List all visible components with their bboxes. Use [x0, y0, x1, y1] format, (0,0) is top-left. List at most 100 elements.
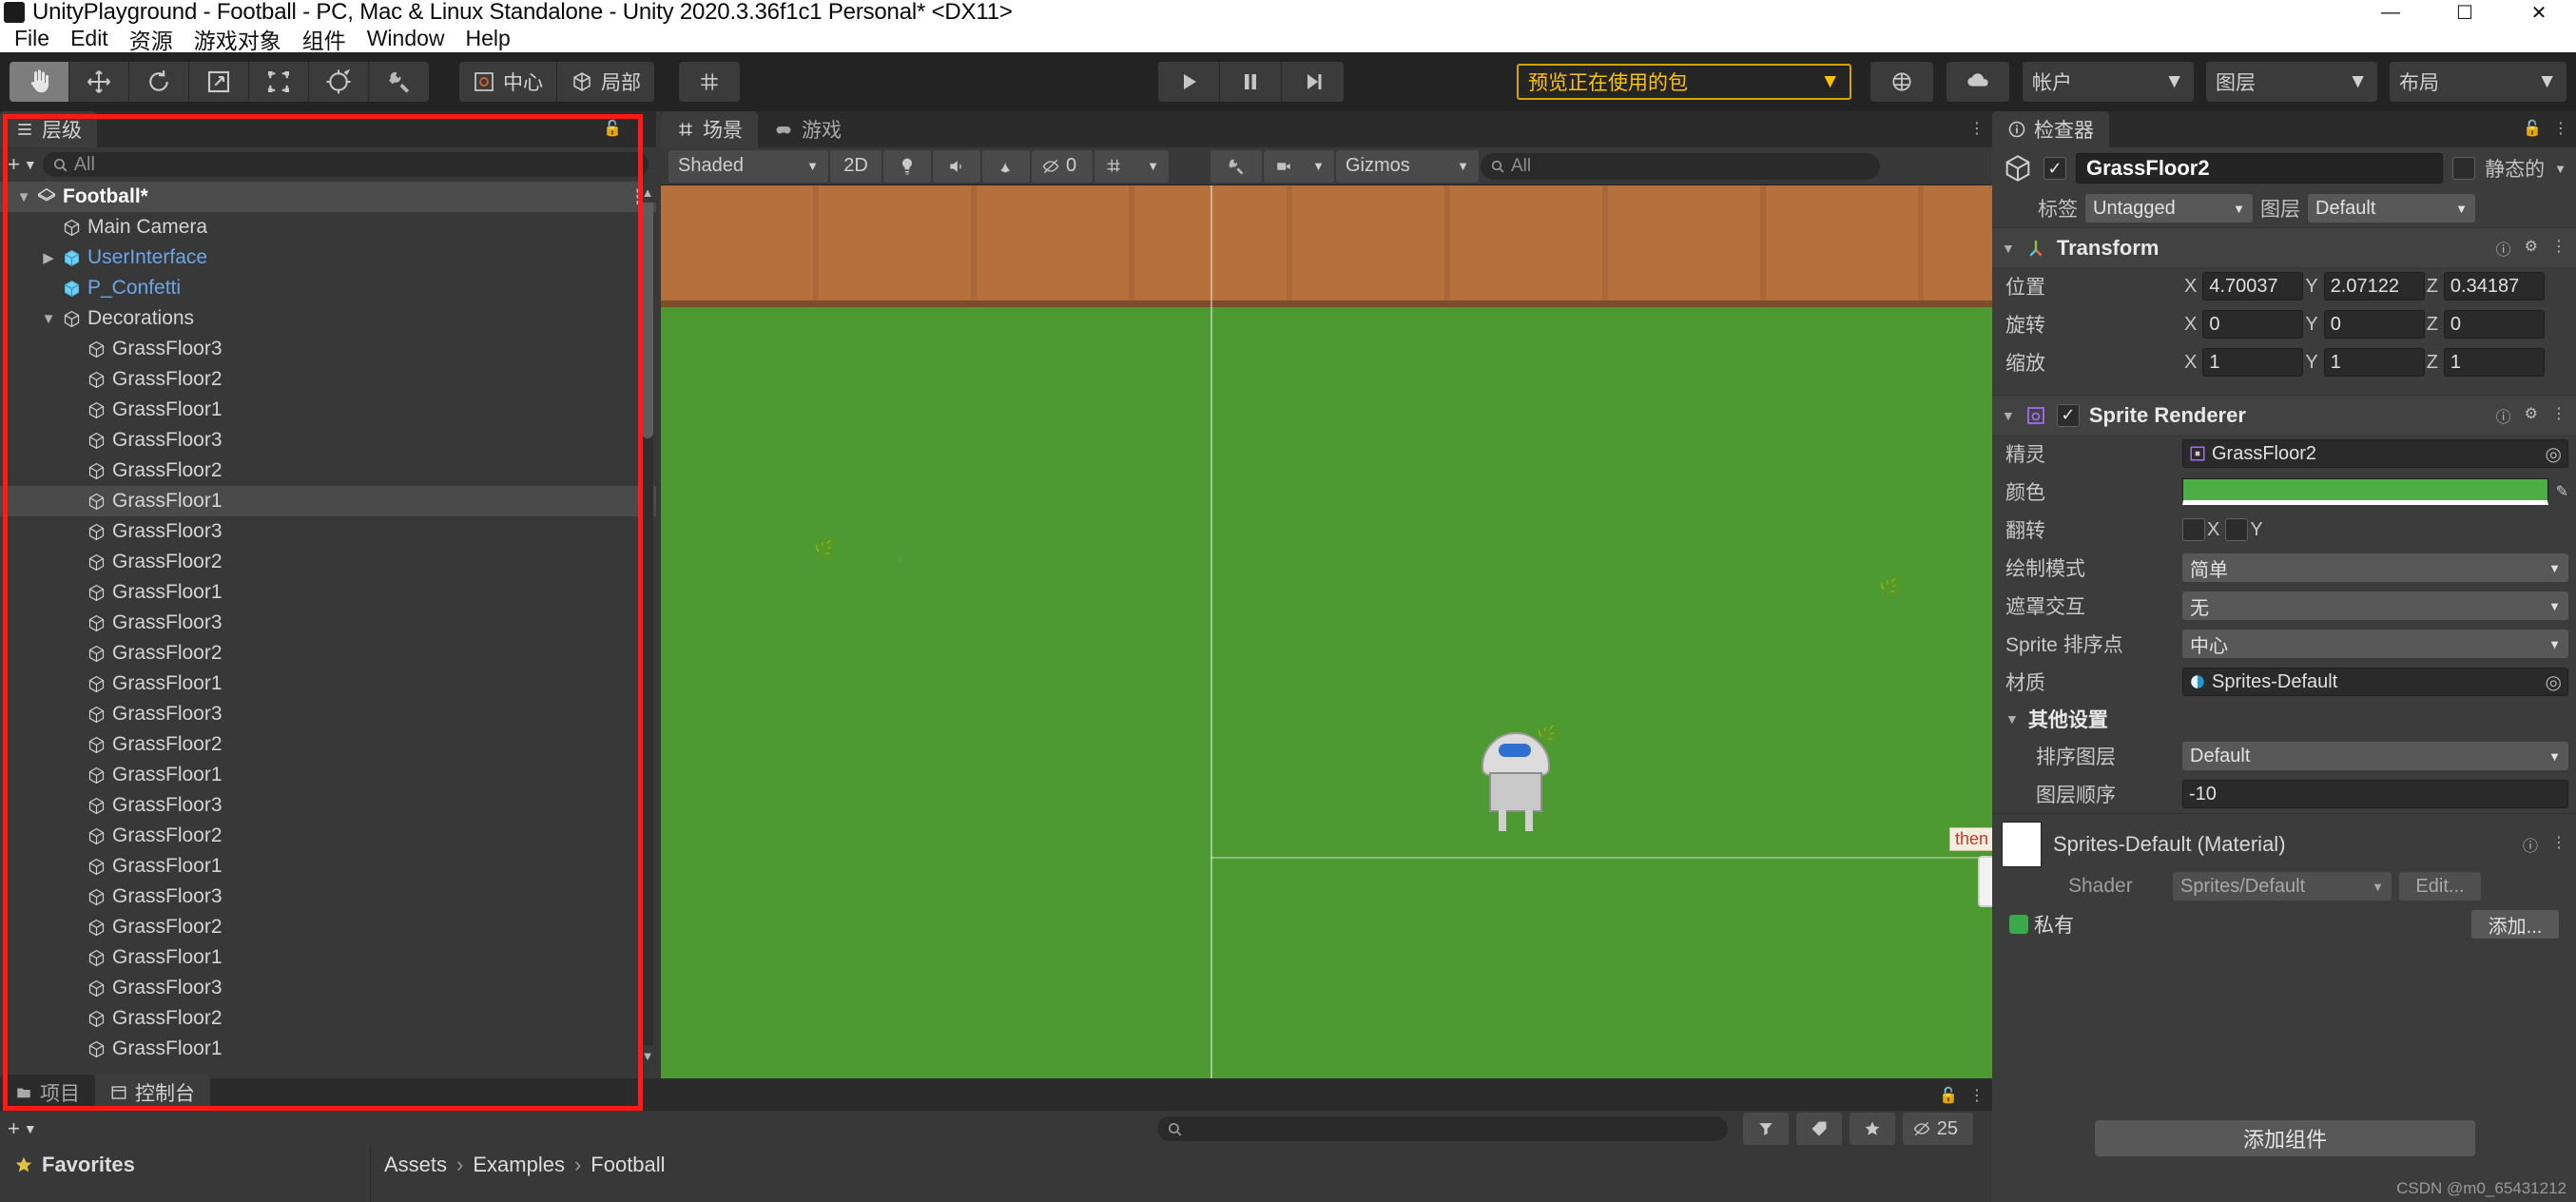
add-component-button[interactable]: 添加组件: [2095, 1120, 2475, 1156]
object-picker-icon[interactable]: ◎: [2546, 670, 2562, 694]
breadcrumb-football[interactable]: Football: [591, 1153, 665, 1177]
project-view-count-button[interactable]: 25: [1902, 1113, 1973, 1145]
hierarchy-item-grassfloor2[interactable]: GrassFloor2: [0, 364, 656, 395]
sprite-renderer-enabled-checkbox[interactable]: ✓: [2056, 403, 2080, 427]
player-robot-left[interactable]: [1474, 732, 1558, 835]
tab-game[interactable]: 游戏: [758, 111, 857, 147]
hierarchy-item-grassfloor2[interactable]: GrassFloor2: [0, 1003, 656, 1034]
menu-component[interactable]: 组件: [292, 25, 357, 53]
tab-console[interactable]: 控制台: [95, 1075, 210, 1111]
hierarchy-item-p-confetti[interactable]: P_Confetti❯: [0, 273, 656, 303]
project-favorites-button[interactable]: [1849, 1113, 1895, 1145]
tag-dropdown[interactable]: Untagged ▼: [2085, 194, 2253, 223]
sprite-object-field[interactable]: GrassFloor2 ◎: [2182, 439, 2568, 468]
object-picker-icon[interactable]: ◎: [2546, 442, 2562, 466]
layers-dropdown[interactable]: 图层 ▼: [2206, 62, 2377, 102]
private-checkbox[interactable]: [2009, 915, 2028, 934]
move-tool-button[interactable]: [69, 62, 129, 102]
menu-edit[interactable]: Edit: [60, 25, 119, 52]
rect-tool-button[interactable]: [249, 62, 309, 102]
help-icon[interactable]: ⓘ: [2496, 404, 2511, 427]
scene-lighting-button[interactable]: [883, 149, 931, 183]
play-button[interactable]: [1158, 62, 1220, 102]
collapse-triangle-icon[interactable]: ▼: [2002, 408, 2015, 423]
hierarchy-item-grassfloor1[interactable]: GrassFloor1: [0, 577, 656, 608]
expand-triangle-icon[interactable]: ▼: [38, 311, 59, 327]
rotation-y-field[interactable]: 0: [2323, 310, 2425, 339]
hierarchy-item-grassfloor2[interactable]: GrassFloor2: [0, 638, 656, 669]
hierarchy-item-grassfloor1[interactable]: GrassFloor1: [0, 486, 656, 516]
shader-dropdown[interactable]: Sprites/Default ▼: [2173, 872, 2392, 901]
favorites-row[interactable]: Favorites: [0, 1153, 370, 1177]
hierarchy-item-grassfloor3[interactable]: GrassFloor3: [0, 973, 656, 1003]
package-preview-dropdown[interactable]: 预览正在使用的包 ▼: [1517, 64, 1851, 100]
scene-fx-button[interactable]: [982, 149, 1030, 183]
color-swatch-field[interactable]: [2182, 478, 2548, 505]
more-menu-icon[interactable]: ⋮: [2551, 237, 2566, 260]
chevron-down-icon[interactable]: ▼: [2554, 162, 2566, 176]
more-menu-icon[interactable]: ⋮: [1969, 119, 1985, 138]
expand-triangle-icon[interactable]: ▼: [13, 189, 34, 205]
scale-y-field[interactable]: 1: [2323, 348, 2425, 377]
menu-window[interactable]: Window: [357, 25, 455, 52]
hierarchy-item-grassfloor1[interactable]: GrassFloor1: [0, 669, 656, 699]
hierarchy-item-grassfloor3[interactable]: GrassFloor3: [0, 790, 656, 821]
lock-icon[interactable]: 🔓: [2523, 119, 2542, 138]
additional-settings-header[interactable]: ▼ 其他设置: [1992, 701, 2576, 737]
scene-hidden-objects-button[interactable]: 0: [1032, 149, 1093, 183]
position-y-field[interactable]: 2.07122: [2323, 272, 2425, 300]
material-add-button[interactable]: 添加...: [2471, 910, 2559, 939]
layer-dropdown[interactable]: Default ▼: [2308, 194, 2475, 223]
sprite-renderer-header[interactable]: ▼ ✓ Sprite Renderer ⓘ ⚙ ⋮: [1992, 395, 2576, 435]
gizmos-dropdown[interactable]: Gizmos ▼: [1336, 149, 1479, 183]
lock-icon[interactable]: 🔓: [603, 119, 622, 138]
scene-audio-button[interactable]: [933, 149, 980, 183]
menu-gameobject[interactable]: 游戏对象: [184, 25, 292, 53]
position-x-field[interactable]: 4.70037: [2202, 272, 2304, 300]
hierarchy-item-grassfloor2[interactable]: GrassFloor2: [0, 821, 656, 851]
hierarchy-item-grassfloor3[interactable]: GrassFloor3: [0, 608, 656, 638]
hierarchy-scrollbar-thumb[interactable]: [642, 191, 653, 438]
breadcrumb-assets[interactable]: Assets: [384, 1153, 447, 1177]
collapse-triangle-icon[interactable]: ▶: [38, 249, 59, 266]
scene-tools-button[interactable]: [1211, 149, 1262, 183]
account-dropdown[interactable]: 帐户 ▼: [2023, 62, 2194, 102]
static-checkbox[interactable]: [2452, 157, 2476, 180]
flip-y-checkbox[interactable]: [2225, 518, 2249, 541]
hierarchy-item-grassfloor3[interactable]: GrassFloor3: [0, 882, 656, 912]
hand-tool-button[interactable]: [10, 62, 69, 102]
maximize-button[interactable]: ☐: [2428, 0, 2502, 25]
tab-scene[interactable]: 场景: [661, 111, 758, 147]
scene-grid-dropdown[interactable]: ▼: [1094, 149, 1169, 183]
scale-z-field[interactable]: 1: [2443, 348, 2545, 377]
scroll-down-icon[interactable]: ▼: [639, 1045, 656, 1066]
tab-project[interactable]: 项目: [0, 1075, 95, 1111]
cloud-button[interactable]: [1947, 62, 2009, 102]
scroll-up-icon[interactable]: ▲: [639, 182, 656, 203]
step-button[interactable]: [1282, 62, 1344, 102]
tab-hierarchy[interactable]: 层级: [0, 111, 97, 147]
hierarchy-item-grassfloor2[interactable]: GrassFloor2: [0, 456, 656, 486]
hierarchy-item-userinterface[interactable]: ▶UserInterface❯: [0, 242, 656, 273]
more-menu-icon[interactable]: ⋮: [1969, 1086, 1985, 1105]
object-name-field[interactable]: GrassFloor2: [2076, 153, 2444, 184]
more-menu-icon[interactable]: ⋮: [2553, 119, 2568, 138]
help-icon[interactable]: ⓘ: [2523, 833, 2538, 856]
collab-button[interactable]: [1870, 62, 1933, 102]
hierarchy-item-grassfloor3[interactable]: GrassFloor3: [0, 425, 656, 456]
project-search-input[interactable]: [1156, 1116, 1728, 1141]
pivot-mode-button[interactable]: 中心: [459, 62, 557, 102]
hierarchy-item-grassfloor3[interactable]: GrassFloor3: [0, 334, 656, 364]
tab-inspector[interactable]: 检查器: [1992, 111, 2109, 147]
menu-help[interactable]: Help: [455, 25, 521, 52]
draw-mode-dropdown[interactable]: 简单 ▼: [2182, 553, 2568, 582]
sorting-layer-dropdown[interactable]: Default ▼: [2182, 742, 2568, 770]
material-object-field[interactable]: Sprites-Default ◎: [2182, 668, 2568, 696]
project-filter-label-button[interactable]: [1795, 1113, 1842, 1145]
collapse-triangle-icon[interactable]: ▼: [2005, 711, 2019, 727]
toggle-2d-button[interactable]: 2D: [830, 149, 881, 183]
more-menu-icon[interactable]: ⋮: [2551, 833, 2566, 856]
hierarchy-item-main-camera[interactable]: Main Camera: [0, 212, 656, 242]
layout-dropdown[interactable]: 布局 ▼: [2390, 62, 2566, 102]
object-enabled-checkbox[interactable]: ✓: [2043, 157, 2066, 180]
